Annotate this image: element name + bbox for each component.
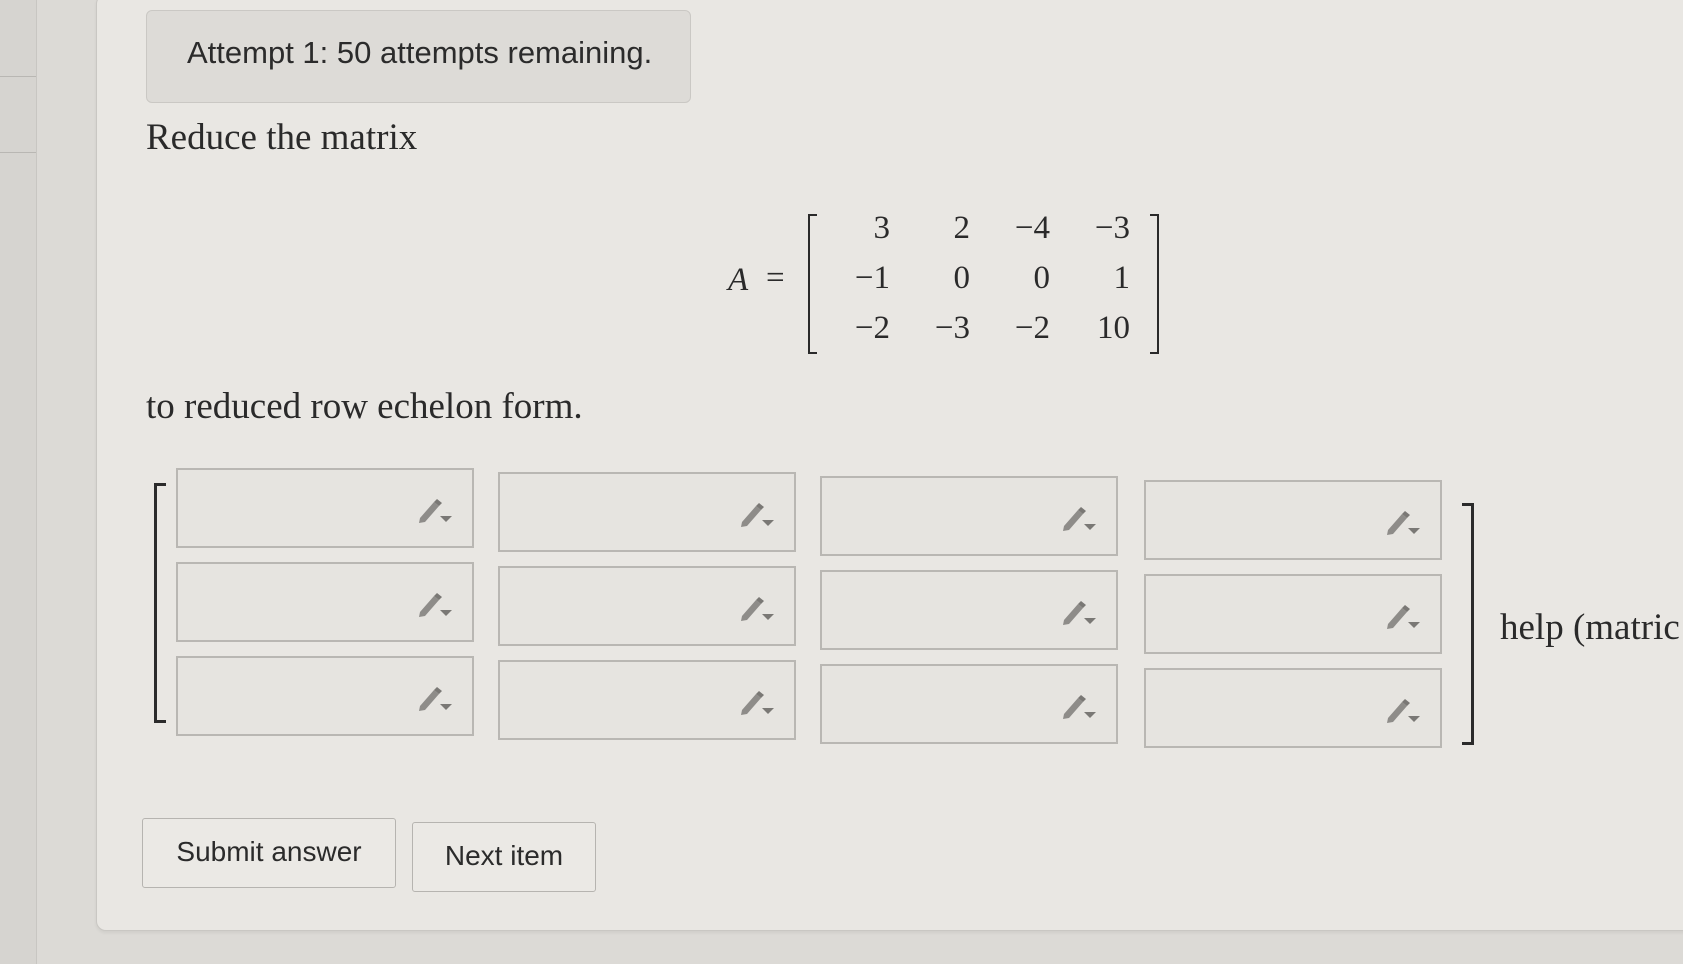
matrix-entry: −4 <box>1014 210 1050 246</box>
matrix-label: A <box>728 262 749 298</box>
help-link[interactable]: help (matric <box>1500 606 1680 649</box>
pencil-dropdown-icon[interactable] <box>1058 690 1100 722</box>
right-bracket <box>1150 214 1159 354</box>
pencil-dropdown-icon[interactable] <box>1382 506 1424 538</box>
matrix-entry: −1 <box>854 260 890 296</box>
pencil-dropdown-icon[interactable] <box>736 592 778 624</box>
equals-sign: = <box>766 260 785 296</box>
matrix-entry: 3 <box>873 210 891 246</box>
submit-answer-button[interactable]: Submit answer <box>142 818 396 888</box>
pencil-dropdown-icon[interactable] <box>1382 600 1424 632</box>
attempts-notice: Attempt 1: 50 attempts remaining. <box>146 10 691 103</box>
answer-right-bracket <box>1462 503 1474 745</box>
pencil-dropdown-icon[interactable] <box>414 682 456 714</box>
matrix-entry: −2 <box>1014 310 1050 346</box>
matrix-entry: −3 <box>934 310 970 346</box>
matrix-entry: 10 <box>1097 310 1130 346</box>
pencil-dropdown-icon[interactable] <box>1382 694 1424 726</box>
matrix-entry: −2 <box>854 310 890 346</box>
left-bracket <box>808 214 817 354</box>
matrix-entry: 0 <box>953 260 971 296</box>
divider <box>0 152 36 153</box>
matrix-entry: 0 <box>1033 260 1051 296</box>
pencil-dropdown-icon[interactable] <box>1058 502 1100 534</box>
answer-left-bracket <box>154 483 166 723</box>
next-item-button[interactable]: Next item <box>412 822 596 892</box>
pencil-dropdown-icon[interactable] <box>736 686 778 718</box>
pencil-dropdown-icon[interactable] <box>414 588 456 620</box>
divider <box>0 76 36 77</box>
matrix-entry: 1 <box>1113 260 1131 296</box>
pencil-dropdown-icon[interactable] <box>1058 596 1100 628</box>
problem-tail: to reduced row echelon form. <box>146 386 583 427</box>
matrix-entry: 2 <box>953 210 971 246</box>
pencil-dropdown-icon[interactable] <box>736 498 778 530</box>
matrix-entry: −3 <box>1094 210 1130 246</box>
problem-lead: Reduce the matrix <box>146 117 418 158</box>
pencil-dropdown-icon[interactable] <box>414 494 456 526</box>
left-margin-strip <box>0 0 37 964</box>
